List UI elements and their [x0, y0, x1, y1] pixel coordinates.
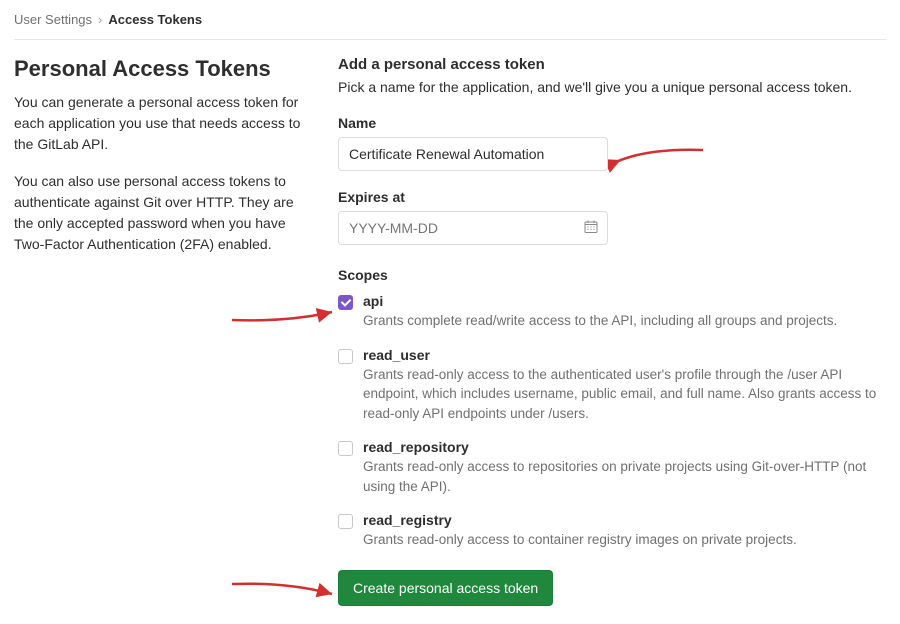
annotation-arrow-name	[608, 144, 708, 178]
scope-desc-read_repository: Grants read-only access to repositories …	[363, 457, 886, 496]
scopes-label: Scopes	[338, 267, 886, 283]
scope-item-api: api Grants complete read/write access to …	[338, 293, 886, 331]
scope-desc-api: Grants complete read/write access to the…	[363, 311, 886, 331]
scope-desc-read_registry: Grants read-only access to container reg…	[363, 530, 886, 550]
name-label: Name	[338, 115, 886, 131]
scope-text-read_registry: read_registry Grants read-only access to …	[363, 512, 886, 550]
breadcrumb-separator-icon: ›	[98, 12, 102, 27]
scope-item-read_user: read_user Grants read-only access to the …	[338, 347, 886, 424]
expires-label: Expires at	[338, 189, 886, 205]
scope-name-read_user: read_user	[363, 347, 886, 363]
scope-name-api: api	[363, 293, 886, 309]
scope-name-read_repository: read_repository	[363, 439, 886, 455]
scope-item-read_registry: read_registry Grants read-only access to …	[338, 512, 886, 550]
scope-checkbox-api[interactable]	[338, 295, 353, 310]
expires-input[interactable]	[338, 211, 608, 245]
scope-text-api: api Grants complete read/write access to …	[363, 293, 886, 331]
create-token-button[interactable]: Create personal access token	[338, 570, 553, 606]
expires-field	[338, 211, 608, 245]
name-input[interactable]	[338, 137, 608, 171]
breadcrumb: User Settings › Access Tokens	[14, 8, 886, 40]
right-column: Add a personal access token Pick a name …	[338, 56, 886, 606]
scope-name-read_registry: read_registry	[363, 512, 886, 528]
left-column: Personal Access Tokens You can generate …	[14, 56, 314, 606]
breadcrumb-current: Access Tokens	[108, 12, 202, 27]
page-title: Personal Access Tokens	[14, 56, 314, 82]
scope-text-read_user: read_user Grants read-only access to the …	[363, 347, 886, 424]
breadcrumb-parent[interactable]: User Settings	[14, 12, 92, 27]
scope-checkbox-read_repository[interactable]	[338, 441, 353, 456]
scope-text-read_repository: read_repository Grants read-only access t…	[363, 439, 886, 496]
intro-paragraph-2: You can also use personal access tokens …	[14, 171, 314, 255]
form-heading: Add a personal access token	[338, 56, 886, 73]
scope-item-read_repository: read_repository Grants read-only access t…	[338, 439, 886, 496]
scope-checkbox-read_user[interactable]	[338, 349, 353, 364]
intro-paragraph-1: You can generate a personal access token…	[14, 92, 314, 155]
form-subtext: Pick a name for the application, and we'…	[338, 79, 886, 95]
settings-content: Personal Access Tokens You can generate …	[14, 40, 886, 606]
scope-checkbox-read_registry[interactable]	[338, 514, 353, 529]
scope-desc-read_user: Grants read-only access to the authentic…	[363, 365, 886, 424]
